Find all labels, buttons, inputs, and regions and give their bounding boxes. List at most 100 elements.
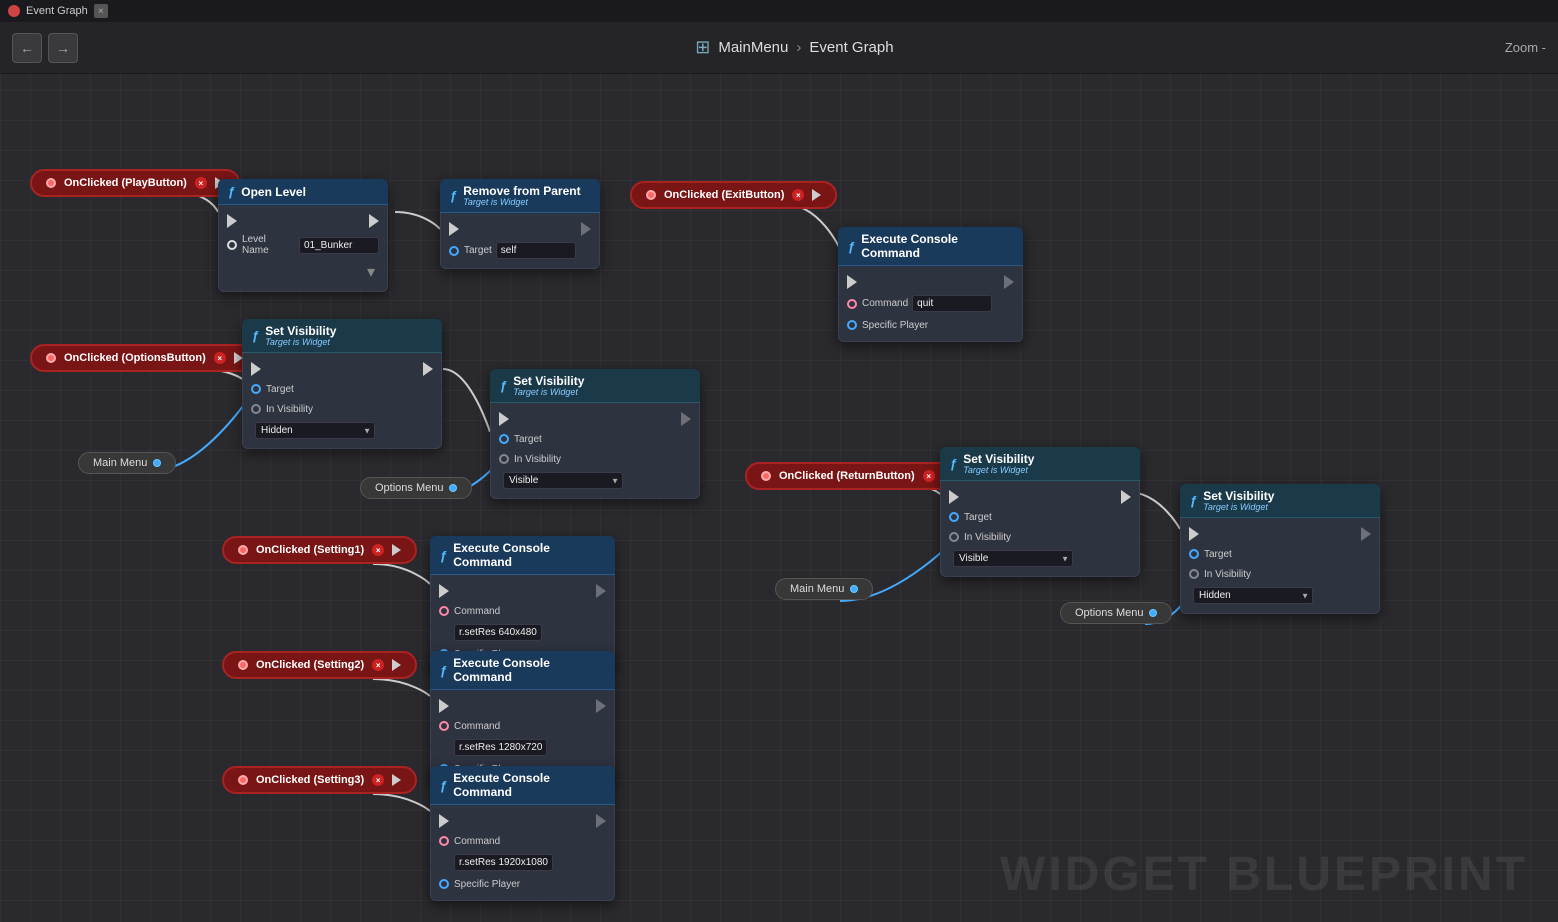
target-label: Target <box>464 245 492 256</box>
event-close[interactable]: × <box>372 774 384 786</box>
command-label: Command <box>454 721 500 732</box>
command-value[interactable]: quit <box>912 295 992 312</box>
dropdown-wrap[interactable]: Visible ▼ <box>503 472 623 489</box>
exec-out <box>1121 490 1131 504</box>
output-dot <box>449 484 457 492</box>
main-menu-label-1: Main Menu <box>78 452 176 474</box>
specific-player-pin <box>439 879 449 889</box>
visibility-dropdown[interactable]: Visible <box>953 550 1073 567</box>
command-pin <box>847 299 857 309</box>
set-visibility-4-node: ƒ Set Visibility Target is Widget Target… <box>1180 484 1380 614</box>
visibility-pin <box>949 532 959 542</box>
dropdown-row: Visible ▼ <box>491 469 699 492</box>
open-level-body: Level Name 01_Bunker ▾ <box>218 205 388 292</box>
exec640-title: Execute Console Command <box>453 541 605 569</box>
exec-out-pin <box>392 659 401 671</box>
command-pin <box>439 606 449 616</box>
execute-1920-node: ƒ Execute Console Command Command r.setR… <box>430 766 615 901</box>
target-pin <box>949 512 959 522</box>
command-pin <box>439 836 449 846</box>
canvas: OnClicked (PlayButton) × ƒ Open Level Le… <box>0 74 1558 922</box>
visibility-dropdown[interactable]: Hidden <box>255 422 375 439</box>
func-icon: ƒ <box>440 548 447 563</box>
target-row: Target self <box>441 239 599 262</box>
output-dot <box>153 459 161 467</box>
dropdown-row: Hidden ▼ <box>1181 584 1379 607</box>
event-close[interactable]: × <box>214 352 226 364</box>
visibility-dropdown[interactable]: Visible <box>503 472 623 489</box>
exec1920-body: Command r.setRes 1920x1080 Specific Play… <box>430 805 615 901</box>
command-value[interactable]: r.setRes 640x480 <box>454 624 542 641</box>
close-button[interactable]: × <box>94 4 108 18</box>
exec-quit-header: ƒ Execute Console Command <box>838 227 1023 266</box>
command-row: Command quit <box>839 292 1022 315</box>
event-close[interactable]: × <box>792 189 804 201</box>
on-clicked-play-node: OnClicked (PlayButton) × <box>30 169 240 197</box>
exec-in-pin <box>227 214 237 228</box>
sv1-body: Target In Visibility Hidden ▼ <box>242 353 442 449</box>
event-close[interactable]: × <box>195 177 207 189</box>
set-visibility-2-node: ƒ Set Visibility Target is Widget Target… <box>490 369 700 499</box>
forward-button[interactable]: → <box>48 33 78 63</box>
dropdown-wrap[interactable]: Hidden ▼ <box>1193 587 1313 604</box>
main-menu-label-2: Main Menu <box>775 578 873 600</box>
sv3-body: Target In Visibility Visible ▼ <box>940 481 1140 577</box>
target-value: self <box>496 242 576 259</box>
breadcrumb-separator: › <box>796 39 801 56</box>
visibility-label: In Visibility <box>1204 569 1251 580</box>
titlebar-icon <box>8 5 20 17</box>
visibility-pin <box>1189 569 1199 579</box>
event-close[interactable]: × <box>923 470 935 482</box>
execute-console-quit-node: ƒ Execute Console Command Command quit S… <box>838 227 1023 342</box>
remove-from-parent-header: ƒ Remove from Parent Target is Widget <box>440 179 600 213</box>
exec-quit-title: Execute Console Command <box>861 232 1013 260</box>
command-value[interactable]: r.setRes 1280x720 <box>454 739 547 756</box>
event-dot <box>46 178 56 188</box>
exec-in <box>439 699 449 713</box>
back-button[interactable]: ← <box>12 33 42 63</box>
exec-row <box>243 359 441 379</box>
exec-in <box>449 222 459 236</box>
rfp-subtitle: Target is Widget <box>463 198 580 207</box>
level-name-input[interactable]: 01_Bunker <box>299 237 379 254</box>
exec-out-pin <box>392 774 401 786</box>
target-pin <box>251 384 261 394</box>
visibility-row: In Visibility <box>1181 564 1379 584</box>
exec-in <box>949 490 959 504</box>
on-clicked-return-node: OnClicked (ReturnButton) × <box>745 462 968 490</box>
set-visibility-3-node: ƒ Set Visibility Target is Widget Target… <box>940 447 1140 577</box>
event-dot <box>761 471 771 481</box>
event-dot <box>238 775 248 785</box>
target-label: Target <box>514 434 542 445</box>
on-clicked-options-node: OnClicked (OptionsButton) × <box>30 344 259 372</box>
command-value[interactable]: r.setRes 1920x1080 <box>454 854 553 871</box>
open-level-title: Open Level <box>241 185 306 199</box>
func-icon: ƒ <box>950 456 957 471</box>
visibility-label: In Visibility <box>266 404 313 415</box>
exec1920-title: Execute Console Command <box>453 771 605 799</box>
command-label: Command <box>454 606 500 617</box>
visibility-row: In Visibility <box>491 449 699 469</box>
event-close[interactable]: × <box>372 659 384 671</box>
event-dot <box>646 190 656 200</box>
target-label: Target <box>266 384 294 395</box>
visibility-dropdown[interactable]: Hidden <box>1193 587 1313 604</box>
zoom-label: Zoom - <box>1505 40 1546 55</box>
exec-out-pin <box>369 214 379 228</box>
specific-player-pin <box>847 320 857 330</box>
event-close[interactable]: × <box>372 544 384 556</box>
target-row: Target <box>243 379 441 399</box>
sv1-header: ƒ Set Visibility Target is Widget <box>242 319 442 353</box>
sv4-header: ƒ Set Visibility Target is Widget <box>1180 484 1380 518</box>
on-clicked-setting2-node: OnClicked (Setting2) × <box>222 651 417 679</box>
visibility-row: In Visibility <box>243 399 441 419</box>
dropdown-wrap[interactable]: Visible ▼ <box>953 550 1073 567</box>
sv2-subtitle: Target is Widget <box>513 388 584 397</box>
on-clicked-exit-node: OnClicked (ExitButton) × <box>630 181 837 209</box>
exec-row <box>431 696 614 716</box>
target-row: Target <box>941 507 1139 527</box>
exec-in <box>847 275 857 289</box>
dropdown-wrap[interactable]: Hidden ▼ <box>255 422 375 439</box>
command-label: Command <box>454 836 500 847</box>
event-label: OnClicked (PlayButton) <box>64 177 187 189</box>
